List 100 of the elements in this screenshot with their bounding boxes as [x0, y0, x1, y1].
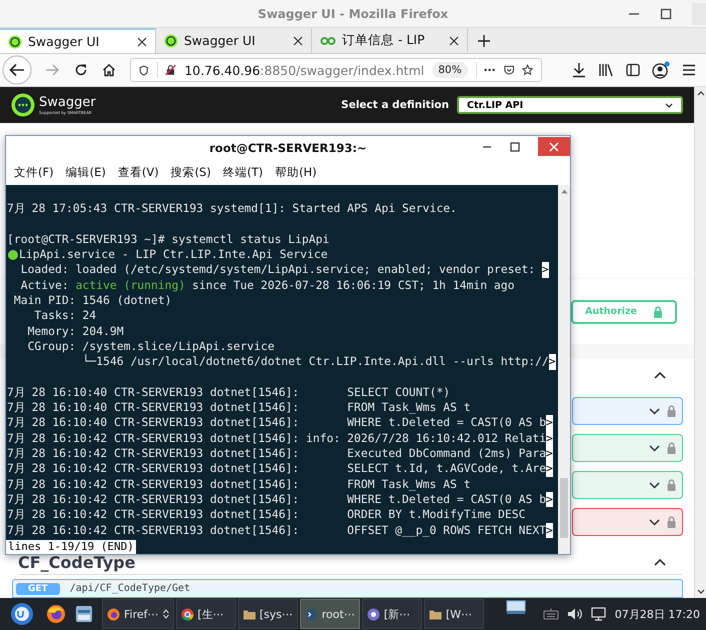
lock-icon	[667, 442, 676, 454]
file-manager-icon[interactable]	[74, 604, 94, 624]
scroll-down-icon[interactable]	[696, 589, 704, 594]
lock-icon	[667, 405, 676, 417]
overflow-marker: >	[548, 354, 556, 370]
terminal-line: 7月 28 16:10:42 CTR-SERVER193 dotnet[1546]: OFFSET @__p_0 ROWS FETCH NEXT	[7, 522, 546, 538]
back-icon[interactable]	[2, 55, 32, 85]
task-label: Firef⋯	[124, 608, 159, 620]
terminal-icon	[304, 608, 318, 620]
terminal-line: 7月 28 16:10:42 CTR-SERVER193 dotnet[1546]: FROM Task_Wms AS t	[7, 476, 471, 492]
library-icon[interactable]	[598, 63, 614, 77]
zoom-level[interactable]: 80%	[432, 62, 468, 78]
pocket-icon[interactable]	[504, 64, 514, 76]
menu-item[interactable]: 查看(V)	[118, 164, 159, 180]
menu-item[interactable]: 文件(F)	[14, 164, 54, 180]
taskbar-button[interactable]: [W⋯	[424, 599, 484, 629]
scroll-thumb[interactable]	[560, 478, 568, 538]
pager-status: lines 1-19/19 (END)	[6, 540, 136, 554]
taskbar-button[interactable]: Firef⋯	[102, 599, 174, 629]
insecure-lock-icon	[165, 63, 176, 77]
menu-icon[interactable]	[682, 64, 696, 76]
task-label: [生⋯	[198, 606, 224, 622]
app-icon	[366, 608, 380, 620]
chevron-down-icon	[649, 518, 660, 526]
menu-item[interactable]: 搜索(S)	[170, 164, 211, 180]
operation-row[interactable]	[572, 508, 683, 536]
close-icon[interactable]	[449, 36, 459, 46]
address-bar[interactable]: 10.76.40.96:8850/swagger/index.html 80%	[130, 58, 542, 82]
terminal-title: root@CTR-SERVER193:~	[209, 140, 367, 154]
overflow-marker: >	[542, 262, 549, 278]
account-icon[interactable]	[652, 61, 670, 79]
swagger-brand: Swagger	[39, 96, 96, 110]
taskbar-button[interactable]: root⋯	[300, 599, 360, 629]
terminal-line: Main PID: 1546 (dotnet)	[12, 293, 172, 308]
tab-label: 订单信息 - LIP	[342, 32, 426, 49]
terminal-line: 7月 28 16:10:40 CTR-SERVER193 dotnet[1546]: WHERE t.Deleted = CAST(0 AS b	[7, 415, 546, 431]
swagger-logo-icon	[164, 34, 178, 48]
taskbar-button[interactable]: [sys⋯	[238, 599, 298, 629]
new-tab-icon[interactable]	[478, 34, 490, 46]
shield-icon	[139, 64, 149, 76]
close-icon[interactable]	[137, 36, 147, 46]
overflow-marker: >	[546, 415, 553, 431]
url-text: 10.76.40.96:8850/swagger/index.html	[184, 62, 424, 78]
network-icon[interactable]	[590, 607, 607, 621]
overflow-marker: >	[546, 446, 553, 462]
firefox-icon[interactable]	[46, 604, 66, 624]
close-icon	[549, 142, 559, 152]
scroll-up-icon[interactable]	[696, 91, 704, 96]
menu-item[interactable]: 终端(T)	[222, 164, 263, 180]
chevron-up-icon[interactable]	[654, 558, 666, 566]
menu-item[interactable]: 编辑(E)	[66, 164, 106, 180]
sidebar-icon[interactable]	[626, 63, 640, 77]
browser-tab[interactable]: Swagger UI	[156, 28, 312, 53]
close-icon[interactable]	[293, 36, 303, 46]
task-label: root⋯	[322, 608, 355, 620]
terminal-line: 7月 28 16:10:40 CTR-SERVER193 dotnet[1546]: SELECT COUNT(*)	[7, 384, 450, 400]
lock-icon	[653, 306, 663, 318]
swagger-logo-icon	[11, 93, 35, 117]
terminal-line: 7月 28 16:10:42 CTR-SERVER193 dotnet[1546]: info: 2026/7/28 16:10:42.012 Relati	[7, 430, 546, 446]
chevron-down-icon	[649, 444, 660, 452]
menu-item[interactable]: 帮助(H)	[274, 164, 317, 180]
taskbar-button[interactable]: [新⋯	[362, 599, 422, 629]
download-icon[interactable]	[572, 62, 586, 78]
terminal-line: 7月 28 16:10:42 CTR-SERVER193 dotnet[1546]: WHERE t.Deleted = CAST(0 AS b	[7, 492, 546, 508]
chevron-up-icon[interactable]	[654, 371, 666, 379]
section-title[interactable]: CF_CodeType	[18, 552, 136, 572]
overflow-marker: >	[546, 461, 553, 477]
terminal-line: Loaded: loaded (/etc/systemd/system/LipApi.service; enabled; vendor preset:	[20, 262, 536, 278]
task-label: [新⋯	[384, 606, 410, 622]
star-icon[interactable]	[522, 63, 533, 77]
operation-row[interactable]	[572, 471, 683, 499]
home-icon[interactable]	[102, 63, 116, 77]
reload-icon[interactable]	[74, 63, 88, 77]
status-dot-icon	[8, 250, 18, 260]
lock-icon	[667, 479, 676, 491]
browser-tab[interactable]: Swagger UI	[0, 28, 156, 53]
scrollbar[interactable]	[558, 185, 570, 554]
more-icon[interactable]	[484, 68, 496, 72]
maximize-icon[interactable]	[510, 142, 520, 152]
browser-tab[interactable]: 订单信息 - LIP	[312, 28, 468, 53]
display-icon[interactable]	[506, 600, 526, 614]
swagger-logo-icon	[8, 34, 22, 48]
start-menu-icon[interactable]	[10, 602, 34, 626]
definition-select[interactable]: Ctr.LIP API	[457, 96, 683, 114]
operation-row[interactable]	[572, 434, 683, 462]
speaker-icon[interactable]	[566, 607, 583, 621]
scrollbar[interactable]	[694, 87, 706, 598]
maximize-icon[interactable]	[660, 8, 672, 20]
operation-path: /api/CF_CodeType/Get	[70, 583, 190, 594]
keyboard-icon[interactable]	[542, 608, 559, 620]
operation-row[interactable]	[572, 397, 683, 425]
terminal-line: 7月 28 16:10:42 CTR-SERVER193 dotnet[1546]: Executed DbCommand (2ms) Para	[7, 446, 546, 462]
browser-icon	[180, 608, 194, 620]
operation-row[interactable]: GET /api/CF_CodeType/Get	[12, 579, 683, 598]
method-badge: GET	[16, 582, 60, 594]
terminal-line: 7月 28 17:05:43 CTR-SERVER193 systemd[1]: Started APS Api Service.	[7, 201, 457, 217]
folder-icon	[242, 608, 256, 620]
clock[interactable]: 07月28日 17:20	[614, 606, 700, 622]
taskbar-button[interactable]: [生⋯	[176, 599, 236, 629]
overflow-marker: >	[546, 492, 553, 508]
